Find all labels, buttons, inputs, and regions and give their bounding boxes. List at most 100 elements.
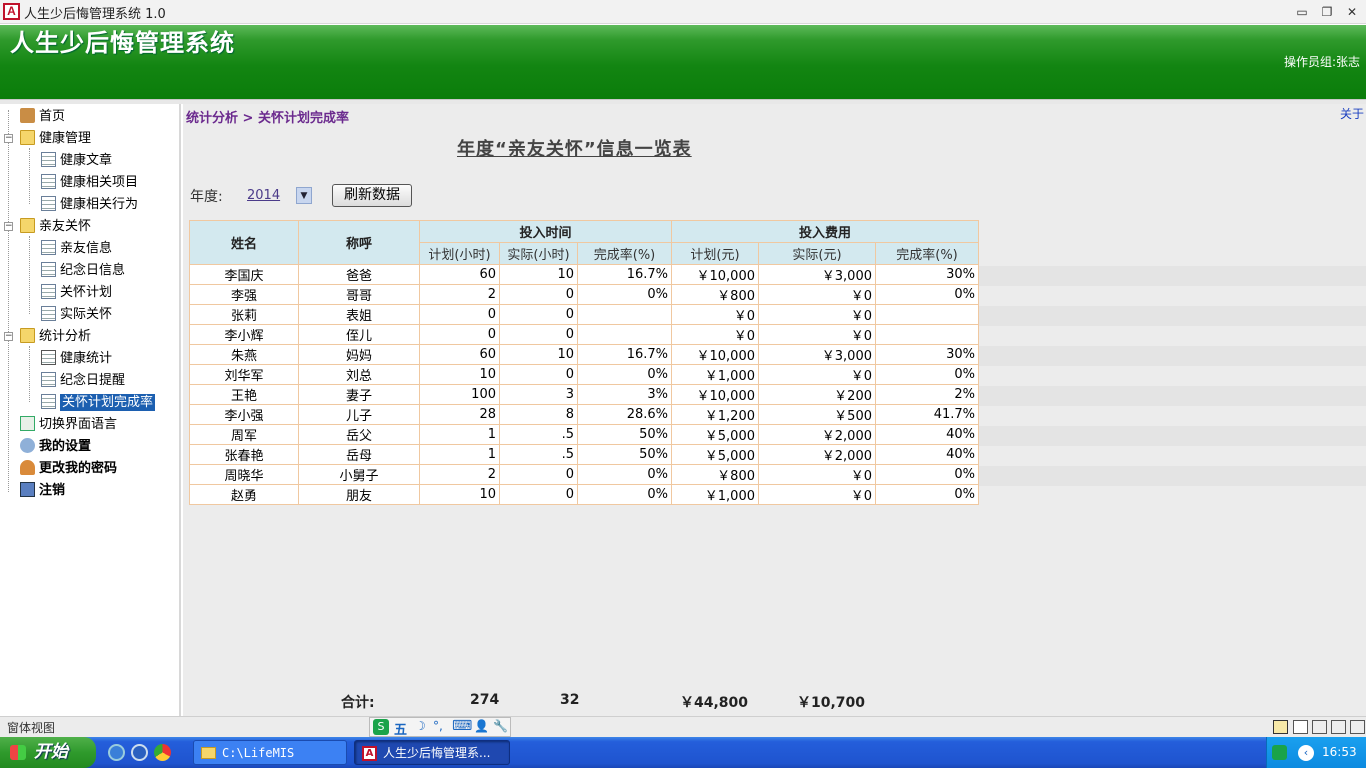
row-stripe [979,346,1366,366]
sidebar-item-my-settings[interactable]: 我的设置 [20,437,91,457]
tree-line [29,346,30,402]
row-stripe [979,266,1366,286]
chevron-down-icon[interactable]: ▼ [296,187,312,204]
taskbar-item-explorer[interactable]: C:\LifeMIS [193,740,347,765]
sidebar-item-health[interactable]: 健康管理 [20,129,91,149]
sogou-ime-icon[interactable]: S [373,719,389,735]
document-icon [41,262,56,277]
document-icon [41,174,56,189]
sidebar-tree: − − − 首页 健康管理 健康文章 健康相关项目 健康相关行为 亲友关怀 亲友… [0,104,181,716]
about-link[interactable]: 关于 [1340,105,1364,122]
collapse-icon[interactable]: − [4,134,13,143]
cell-cost-rate: 40% [875,424,979,445]
cell-cost-rate: 41.7% [875,404,979,425]
sidebar-item-care-plan[interactable]: 关怀计划 [41,283,112,303]
sidebar-item-label: 健康相关行为 [60,197,139,212]
sidebar-item-health-behaviors[interactable]: 健康相关行为 [41,195,138,215]
sidebar-item-home[interactable]: 首页 [20,107,65,127]
document-icon [41,240,56,255]
sidebar-item-label: 健康文章 [60,153,113,168]
cell-plan-cost: ￥10,000 [671,344,759,365]
collapse-icon[interactable]: − [4,332,13,341]
cell-time-rate: 50% [577,424,672,445]
cell-cost-rate [875,324,979,345]
home-icon [20,108,35,123]
refresh-data-button[interactable]: 刷新数据 [332,184,412,207]
care-report-table: 姓名 称呼 投入时间 投入费用 计划(小时) 实际(小时) 完成率(%) 计划(… [189,220,979,505]
sidebar-item-logout[interactable]: 注销 [20,481,65,501]
sidebar-item-label: 切换界面语言 [39,417,118,432]
cell-cost-rate [875,304,979,325]
restore-button[interactable]: ❐ [1318,4,1336,20]
pivot-chart-icon[interactable] [1331,720,1346,734]
cell-plan-hours: 10 [419,364,500,385]
year-select-value[interactable]: 2014 [247,188,280,203]
datasheet-view-icon[interactable] [1293,720,1308,734]
document-icon [41,284,56,299]
cell-plan-hours: 0 [419,324,500,345]
cell-plan-cost: ￥800 [671,284,759,305]
sidebar-item-label: 健康管理 [39,131,92,146]
chrome-icon[interactable] [154,744,171,761]
col-header-plan-hours: 计划(小时) [419,242,500,265]
sidebar-item-family-care[interactable]: 亲友关怀 [20,217,91,237]
minimize-button[interactable]: ▭ [1293,4,1311,20]
col-group-cost: 投入费用 [671,220,979,243]
desktop-icon[interactable] [131,744,148,761]
sidebar-item-language[interactable]: 切换界面语言 [20,415,117,435]
collapse-icon[interactable]: − [4,222,13,231]
cell-plan-cost: ￥1,000 [671,364,759,385]
sidebar-item-anniversary-reminder[interactable]: 纪念日提醒 [41,371,125,391]
cell-relation: 刘总 [298,364,420,385]
cell-actual-cost: ￥200 [758,384,876,405]
ie-icon[interactable] [108,744,125,761]
document-icon [41,152,56,167]
cell-actual-hours: .5 [499,424,578,445]
wubi-mode-icon[interactable]: 五 [394,719,407,738]
totals-row: 合计: 274 32 ￥44,800 ￥10,700 [0,692,1366,712]
sidebar-item-actual-care[interactable]: 实际关怀 [41,305,112,325]
document-icon [41,306,56,321]
table-row: 李国庆 爸爸 60 10 16.7% ￥10,000 ￥3,000 30% [189,264,979,285]
chevron-left-icon[interactable]: ‹ [1298,745,1314,761]
cell-time-rate: 16.7% [577,344,672,365]
user-icon[interactable]: 👤 [474,719,489,733]
sidebar-item-change-password[interactable]: 更改我的密码 [20,459,117,479]
cell-actual-cost: ￥0 [758,284,876,305]
col-header-cost-rate: 完成率(%) [875,242,979,265]
wrench-icon[interactable]: 🔧 [493,719,508,733]
cell-plan-cost: ￥5,000 [671,424,759,445]
cell-plan-hours: 100 [419,384,500,405]
moon-icon[interactable]: ☽ [415,719,426,733]
taskbar-item-app[interactable]: A 人生少后悔管理系... [354,740,510,765]
keyboard-icon[interactable]: ⌨ [452,718,472,734]
cell-actual-cost: ￥2,000 [758,424,876,445]
cell-actual-hours: .5 [499,444,578,465]
start-label: 开始 [34,742,68,762]
cell-relation: 哥哥 [298,284,420,305]
cell-actual-cost: ￥0 [758,464,876,485]
user-key-icon [20,460,35,475]
sidebar-item-anniversary-info[interactable]: 纪念日信息 [41,261,125,281]
cell-actual-hours: 3 [499,384,578,405]
ime-toolbar[interactable]: S 五 ☽ °, ⌨ 👤 🔧 [369,717,511,738]
sidebar-item-statistics[interactable]: 统计分析 [20,327,91,347]
sidebar-item-health-articles[interactable]: 健康文章 [41,151,112,171]
design-view-icon[interactable] [1350,720,1365,734]
close-button[interactable]: ✕ [1343,4,1361,20]
sogou-tray-icon[interactable] [1272,745,1287,760]
punctuation-icon[interactable]: °, [433,719,443,733]
sidebar-item-health-items[interactable]: 健康相关项目 [41,173,138,193]
sidebar-item-family-info[interactable]: 亲友信息 [41,239,112,259]
sidebar-item-health-stats[interactable]: 健康统计 [41,349,112,369]
status-bar [0,716,1366,737]
app-icon: A [3,3,20,20]
cell-plan-cost: ￥1,200 [671,404,759,425]
cell-name: 刘华军 [189,364,299,385]
cell-actual-hours: 0 [499,484,578,505]
sidebar-item-care-completion[interactable]: 关怀计划完成率 [41,393,156,413]
pivot-table-icon[interactable] [1312,720,1327,734]
form-view-icon[interactable] [1273,720,1288,734]
start-button[interactable]: 开始 [0,737,96,768]
cell-cost-rate: 40% [875,444,979,465]
